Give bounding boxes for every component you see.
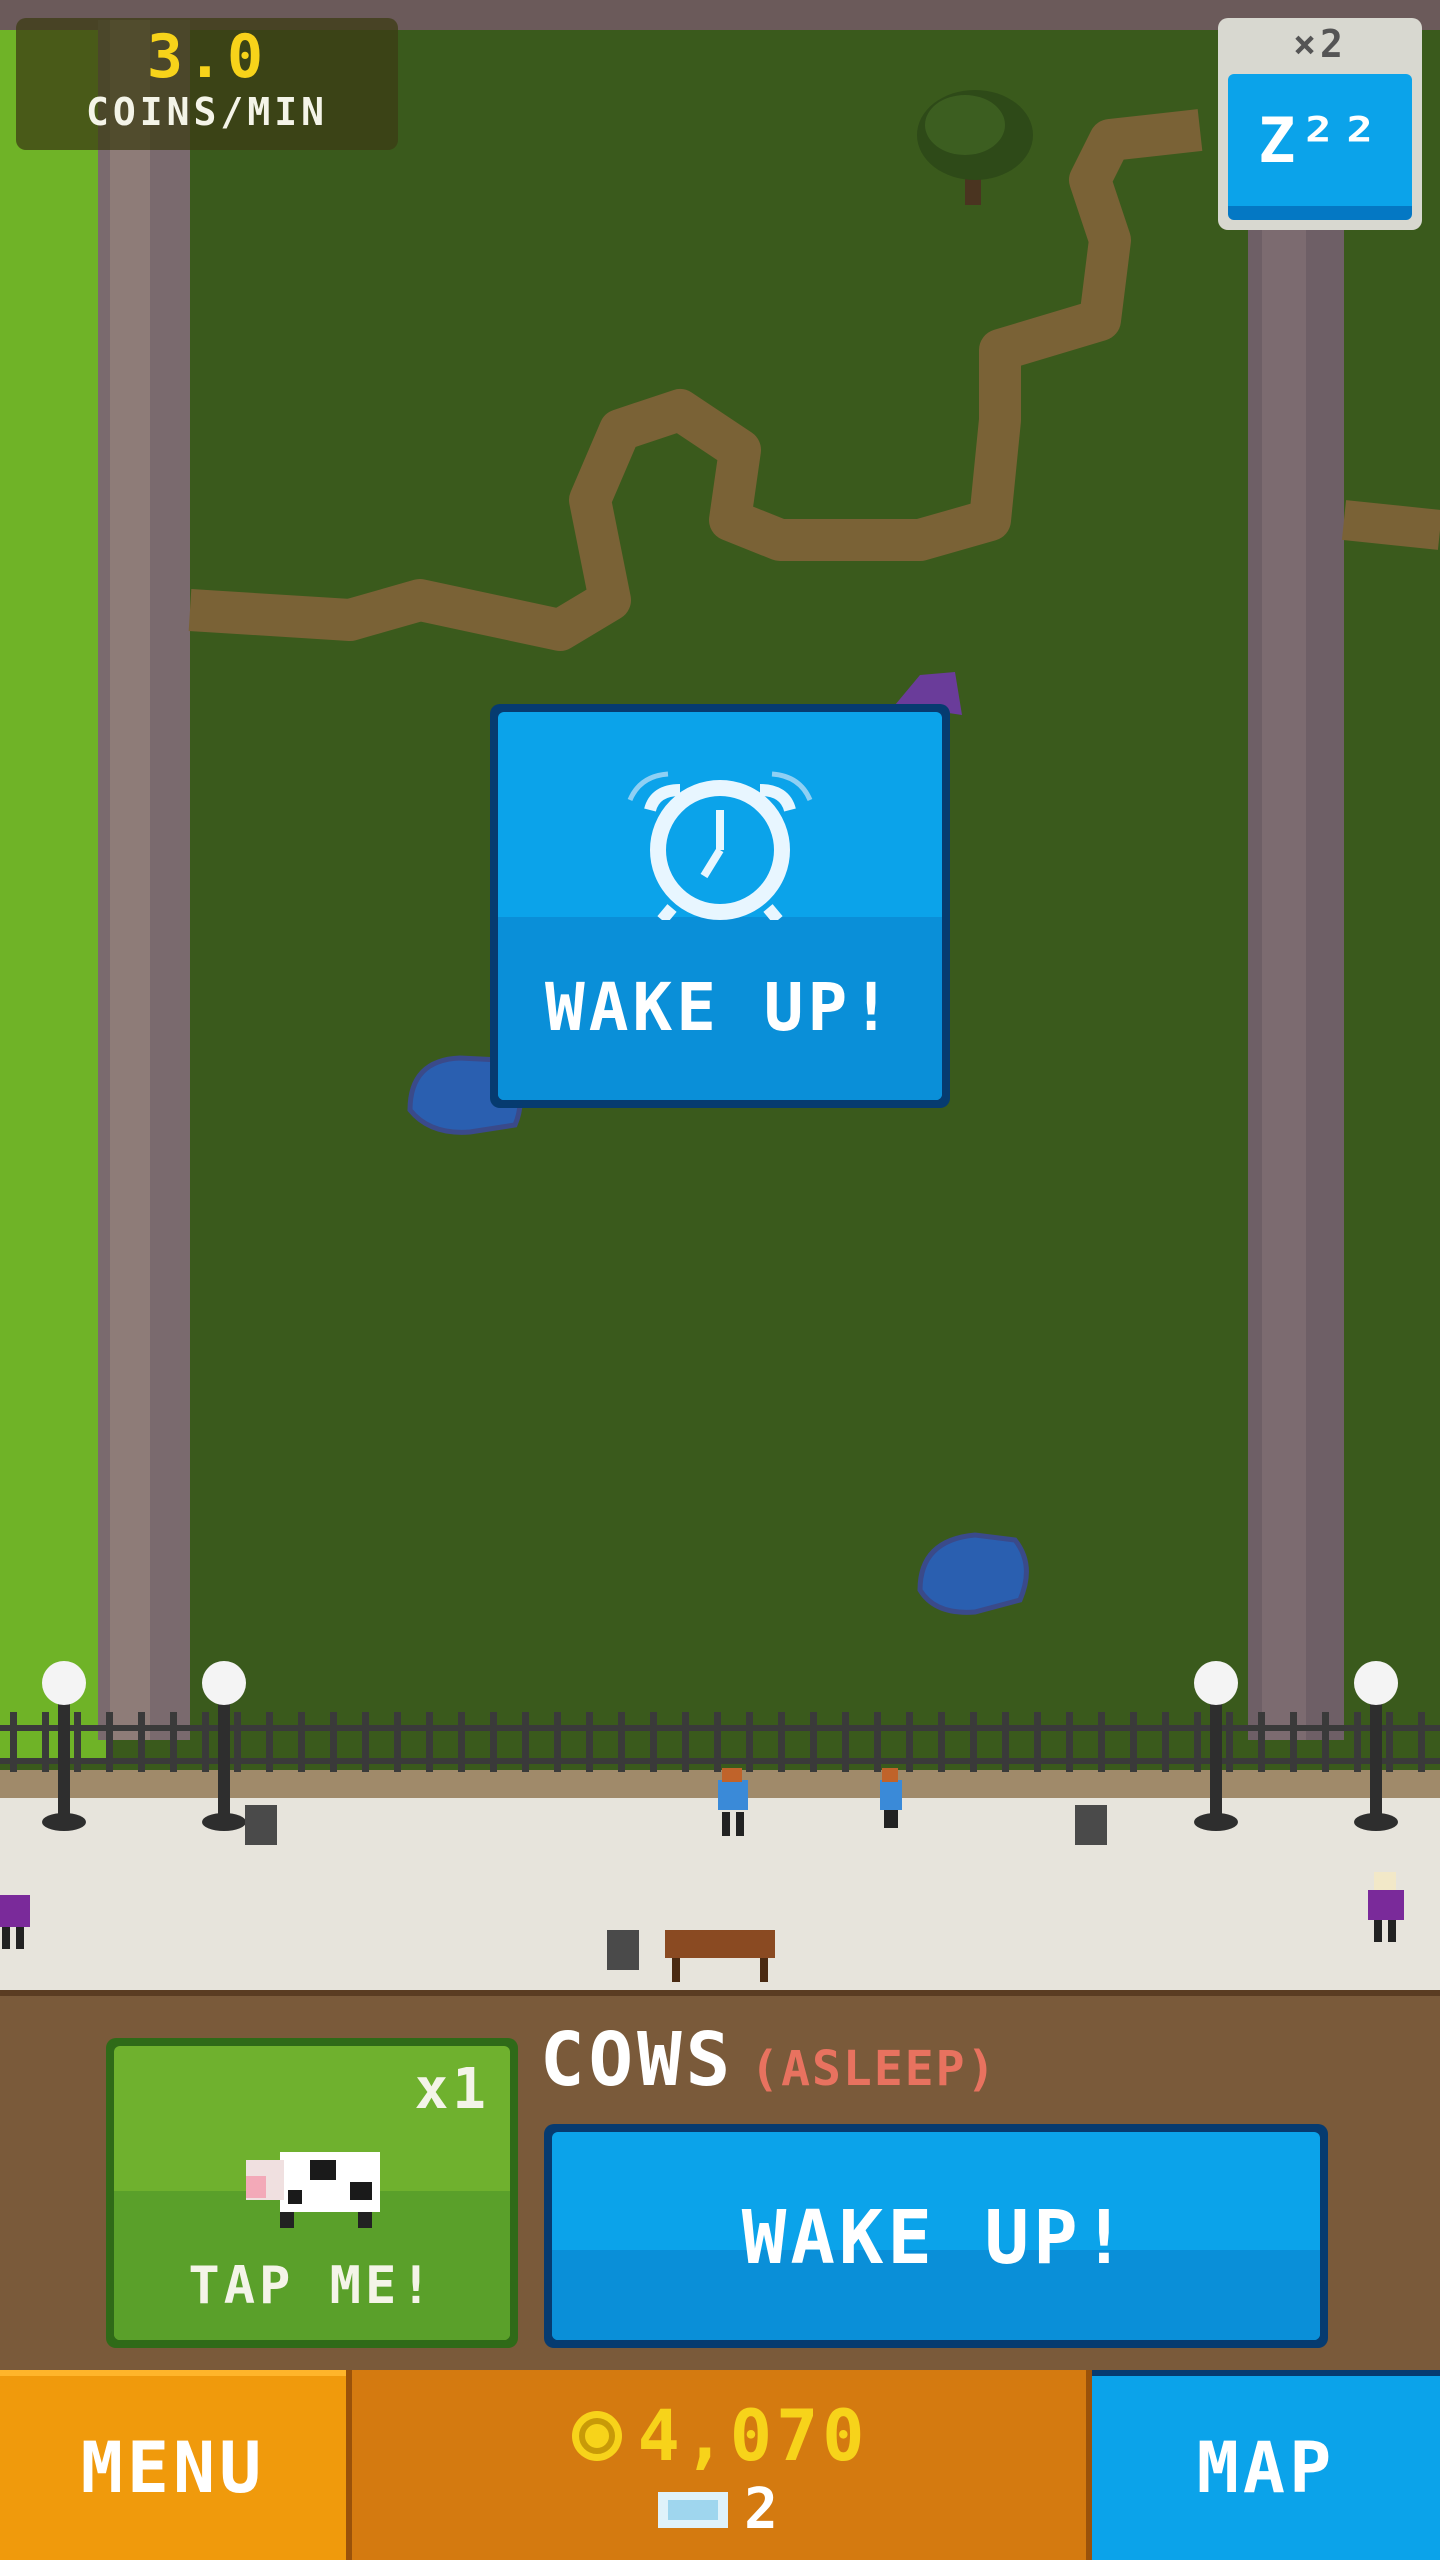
coin-balance: 4,070 xyxy=(352,2400,1086,2472)
sleep-label: Z²² xyxy=(1258,103,1382,177)
coin-rate-panel: 3.0 COINS/MIN xyxy=(16,18,398,150)
bottom-bar: MENU 4,070 2 MAP xyxy=(0,2370,1440,2560)
wake-up-popup-body: WAKE UP! xyxy=(498,712,942,1100)
boost-multiplier: ×2 xyxy=(1293,22,1347,66)
wake-up-popup-label: WAKE UP! xyxy=(545,969,895,1046)
menu-label: MENU xyxy=(80,2427,266,2509)
map-button[interactable]: MAP xyxy=(1092,2370,1440,2560)
animal-card[interactable]: x1 TAP ME! xyxy=(106,2038,518,2348)
animal-status: (ASLEEP) xyxy=(750,2041,998,2097)
ticket-icon xyxy=(658,2492,729,2528)
coin-icon xyxy=(571,2411,622,2461)
coin-rate-value: 3.0 xyxy=(146,22,268,92)
wake-up-button-label: WAKE UP! xyxy=(741,2195,1131,2281)
animal-name: COWS xyxy=(540,2017,735,2103)
tap-me-label: TAP ME! xyxy=(188,2256,436,2316)
play-field[interactable]: 3.0 COINS/MIN ×2 Z²² WAKE UP! xyxy=(0,0,1440,1990)
sleep-boost-button[interactable]: ×2 Z²² xyxy=(1218,18,1422,230)
alarm-clock-icon xyxy=(627,771,813,920)
zzz-icon: Z²² xyxy=(1228,74,1412,220)
coin-rate-unit: COINS/MIN xyxy=(86,90,328,134)
animal-title: COWS (ASLEEP) xyxy=(540,2020,997,2100)
animal-count: x1 xyxy=(414,2057,490,2122)
cow-icon xyxy=(246,2152,380,2228)
coin-count: 4,070 xyxy=(637,2395,869,2477)
menu-button[interactable]: MENU xyxy=(0,2370,346,2560)
ticket-count: 2 xyxy=(744,2477,782,2542)
map-label: MAP xyxy=(1196,2427,1336,2509)
wake-up-button[interactable]: WAKE UP! xyxy=(544,2124,1328,2348)
wake-up-popup[interactable]: WAKE UP! xyxy=(490,704,950,1108)
currency-panel: 4,070 2 xyxy=(346,2370,1092,2560)
animal-panel: x1 TAP ME! COWS (ASLEEP) WAKE UP! xyxy=(0,1990,1440,2376)
ticket-balance: 2 xyxy=(352,2480,1086,2540)
